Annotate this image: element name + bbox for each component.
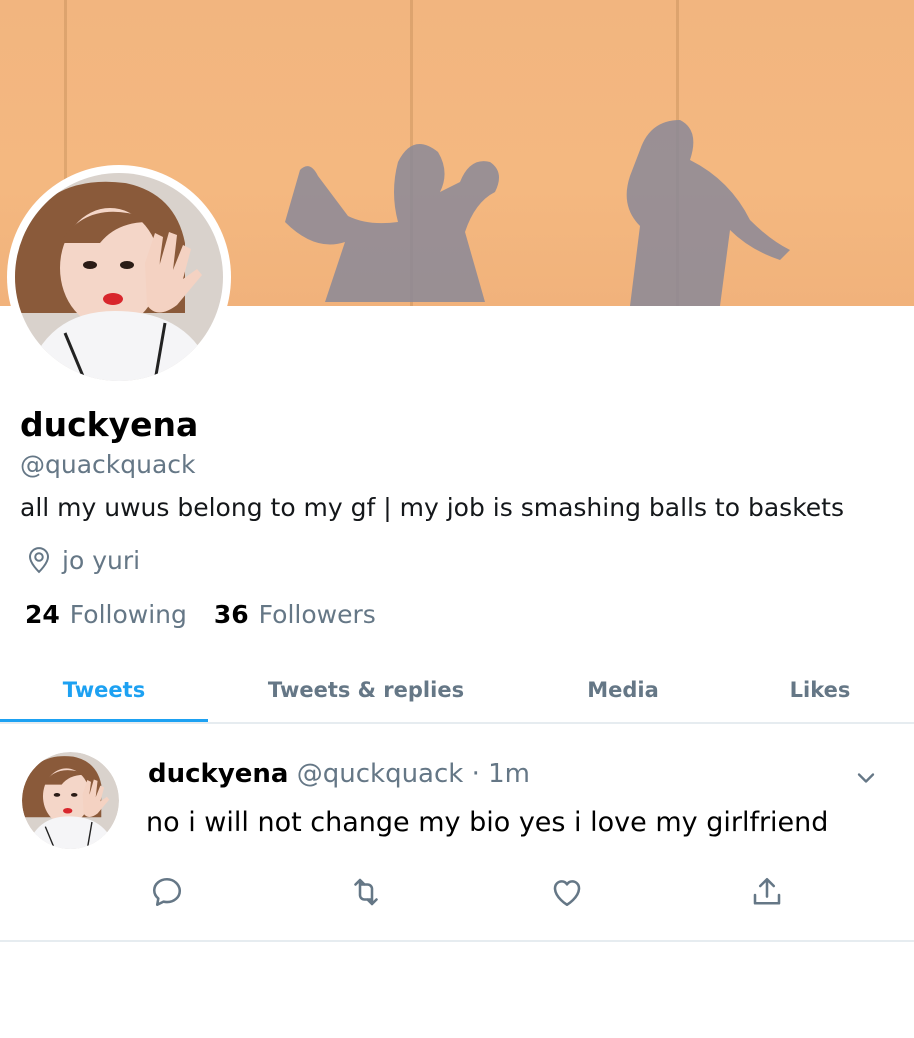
tweet-separator: ·	[471, 759, 480, 789]
tab-likes[interactable]: Likes	[760, 660, 880, 720]
profile-display-name: duckyena	[20, 405, 199, 444]
like-icon[interactable]	[549, 874, 585, 910]
tweet-item[interactable]: duckyena @quckquack · 1m no i will not c…	[0, 724, 914, 942]
profile-bio: all my uwus belong to my gf | my job is …	[20, 493, 844, 522]
tweet-text: no i will not change my bio yes i love m…	[146, 807, 829, 838]
profile-location: jo yuri	[24, 545, 140, 575]
followers-link[interactable]: 36 Followers	[214, 600, 376, 629]
tweet-author-handle[interactable]: @quckquack	[297, 759, 464, 789]
chevron-down-icon[interactable]	[852, 764, 880, 792]
following-label: Following	[69, 600, 187, 629]
retweet-icon[interactable]	[348, 874, 384, 910]
tweet-author-name[interactable]: duckyena	[148, 759, 288, 789]
tweet-author-avatar[interactable]	[22, 752, 119, 849]
location-text: jo yuri	[62, 545, 141, 575]
follow-stats: 24 Following 36 Followers	[25, 600, 376, 629]
tab-tweets[interactable]: Tweets	[0, 660, 208, 722]
followers-count: 36	[213, 600, 249, 629]
tweet-header: duckyena @quckquack · 1m	[148, 759, 530, 789]
tab-tweets-and-replies[interactable]: Tweets & replies	[248, 660, 484, 720]
share-icon[interactable]	[749, 874, 785, 910]
location-pin-icon	[28, 547, 50, 574]
profile-tabs: Tweets Tweets & replies Media Likes	[0, 660, 914, 724]
tab-media[interactable]: Media	[560, 660, 686, 720]
following-link[interactable]: 24 Following	[25, 600, 187, 629]
profile-avatar[interactable]	[7, 165, 231, 389]
reply-icon[interactable]	[149, 874, 185, 910]
avatar-photo	[15, 173, 223, 381]
profile-handle: @quackquack	[20, 450, 196, 479]
tweet-timestamp[interactable]: 1m	[488, 759, 530, 789]
following-count: 24	[25, 600, 60, 629]
avatar-photo	[22, 752, 119, 849]
followers-label: Followers	[258, 600, 376, 629]
